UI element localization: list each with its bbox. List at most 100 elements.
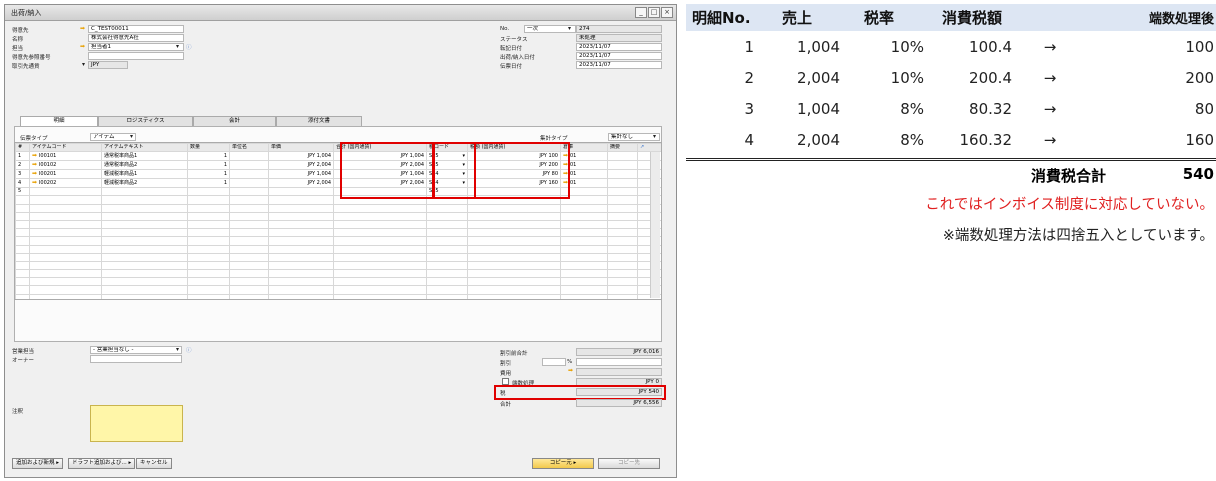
- cell-qty[interactable]: [187, 236, 230, 246]
- cell-item-text[interactable]: [101, 203, 188, 213]
- cell-uom[interactable]: [229, 252, 269, 262]
- table-row[interactable]: [15, 285, 661, 295]
- grid-scrollbar[interactable]: [650, 152, 660, 298]
- cell-tax-code[interactable]: [426, 203, 468, 213]
- add-and-new-button[interactable]: 追加および新規 ▸: [12, 458, 64, 469]
- name-field[interactable]: 株式会社得意先A社: [88, 34, 184, 42]
- cell-warehouse[interactable]: [560, 203, 608, 213]
- cell-remarks[interactable]: [607, 277, 638, 287]
- cell-uom[interactable]: [229, 151, 269, 162]
- cell-tax-amount[interactable]: [467, 203, 561, 213]
- cell-uom[interactable]: [229, 244, 269, 254]
- cell-warehouse[interactable]: [560, 219, 608, 230]
- cell-price[interactable]: JPY 2,004: [268, 178, 334, 189]
- cell-tax-amount[interactable]: [467, 219, 561, 230]
- table-row[interactable]: [15, 228, 661, 238]
- discount-percent-field[interactable]: [542, 358, 566, 366]
- doc-date-field[interactable]: 2023/11/07: [576, 61, 662, 69]
- customer-link-arrow-icon[interactable]: ➡: [80, 25, 85, 32]
- cell-item-code[interactable]: [29, 195, 102, 205]
- cell-tax-code[interactable]: [426, 269, 468, 279]
- cell-uom[interactable]: [229, 236, 269, 246]
- cell-remarks[interactable]: [607, 151, 638, 162]
- cell-price[interactable]: [268, 228, 334, 238]
- cell-item-text[interactable]: 通常税率商品1: [101, 151, 188, 162]
- maximize-button[interactable]: □: [648, 7, 660, 18]
- cell-qty[interactable]: 1: [187, 169, 230, 180]
- cell-item-code[interactable]: [29, 260, 102, 271]
- copy-to-button[interactable]: コピー先: [598, 458, 660, 469]
- summary-type-dropdown-icon[interactable]: ▾: [653, 133, 656, 140]
- tab-attachments[interactable]: 添付文書: [276, 116, 362, 126]
- tab-accounting[interactable]: 会計: [193, 116, 276, 126]
- cell-price[interactable]: [268, 211, 334, 221]
- cell-total[interactable]: [333, 236, 427, 246]
- cell-remarks[interactable]: [607, 160, 638, 171]
- cell-remarks[interactable]: [607, 269, 638, 279]
- table-row[interactable]: [15, 203, 661, 213]
- cell-item-code[interactable]: ➡ I00101: [29, 151, 102, 162]
- cancel-button[interactable]: キャンセル: [136, 458, 172, 469]
- cell-price[interactable]: JPY 1,004: [268, 151, 334, 162]
- cell-item-code[interactable]: [29, 285, 102, 295]
- copy-from-button[interactable]: コピー元 ▸: [532, 458, 594, 469]
- cell-qty[interactable]: [187, 293, 230, 299]
- posting-date-field[interactable]: 2023/11/07: [576, 43, 662, 51]
- link-arrow-icon[interactable]: ➡: [32, 171, 39, 178]
- cell-total[interactable]: [333, 219, 427, 230]
- link-arrow-icon[interactable]: ➡: [32, 153, 39, 160]
- owner-field[interactable]: [90, 355, 182, 363]
- cell-tax-code[interactable]: [426, 285, 468, 295]
- cell-item-code[interactable]: [29, 269, 102, 279]
- col-header-item-code[interactable]: アイテムコード: [29, 143, 102, 153]
- cell-tax-amount[interactable]: [467, 211, 561, 221]
- cell-uom[interactable]: [229, 260, 269, 271]
- cell-qty[interactable]: [187, 285, 230, 295]
- tab-details[interactable]: 明細: [20, 116, 98, 126]
- cell-tax-amount[interactable]: [467, 228, 561, 238]
- cell-qty[interactable]: 1: [187, 160, 230, 171]
- cell-total[interactable]: [333, 203, 427, 213]
- draft-add-button[interactable]: ドラフト追加および... ▸: [68, 458, 136, 469]
- cell-price[interactable]: [268, 244, 334, 254]
- series-dropdown-icon[interactable]: ▾: [568, 25, 571, 32]
- cell-total[interactable]: [333, 244, 427, 254]
- cell-warehouse[interactable]: [560, 236, 608, 246]
- col-header-uom[interactable]: 単位名: [229, 143, 269, 153]
- col-header-item-text[interactable]: アイテムテキスト: [101, 143, 188, 153]
- cell-price[interactable]: [268, 285, 334, 295]
- table-row[interactable]: [15, 236, 661, 246]
- table-row[interactable]: [15, 211, 661, 221]
- cell-uom[interactable]: [229, 169, 269, 180]
- cell-price[interactable]: [268, 269, 334, 279]
- doc-type-dropdown-icon[interactable]: ▾: [130, 133, 133, 140]
- cell-warehouse[interactable]: [560, 211, 608, 221]
- currency-dropdown-icon[interactable]: ▾: [82, 61, 85, 68]
- cell-remarks[interactable]: [607, 203, 638, 213]
- cell-item-text[interactable]: [101, 219, 188, 230]
- cell-item-code[interactable]: [29, 228, 102, 238]
- cell-item-code[interactable]: ➡ I00202: [29, 178, 102, 189]
- cell-total[interactable]: [333, 269, 427, 279]
- sales-rep-select[interactable]: - 営業担当なし -: [90, 346, 182, 354]
- cell-qty[interactable]: [187, 187, 230, 197]
- cell-qty[interactable]: [187, 260, 230, 271]
- table-row[interactable]: [15, 293, 661, 299]
- cell-remarks[interactable]: [607, 187, 638, 197]
- tab-logistics[interactable]: ロジスティクス: [98, 116, 193, 126]
- cell-qty[interactable]: [187, 219, 230, 230]
- cell-item-code[interactable]: ➡ I00102: [29, 160, 102, 171]
- delivery-date-field[interactable]: 2023/11/07: [576, 52, 662, 60]
- cell-warehouse[interactable]: [560, 277, 608, 287]
- cell-uom[interactable]: [229, 293, 269, 299]
- cell-price[interactable]: [268, 293, 334, 299]
- customer-field[interactable]: C_TEST00011: [88, 25, 184, 33]
- cell-item-text[interactable]: [101, 211, 188, 221]
- cell-qty[interactable]: 1: [187, 178, 230, 189]
- table-row[interactable]: [15, 252, 661, 262]
- cell-warehouse[interactable]: [560, 285, 608, 295]
- link-arrow-icon[interactable]: ➡: [32, 162, 39, 169]
- cell-remarks[interactable]: [607, 228, 638, 238]
- cell-price[interactable]: [268, 252, 334, 262]
- sales-rep-dropdown-icon[interactable]: ▾: [176, 346, 179, 353]
